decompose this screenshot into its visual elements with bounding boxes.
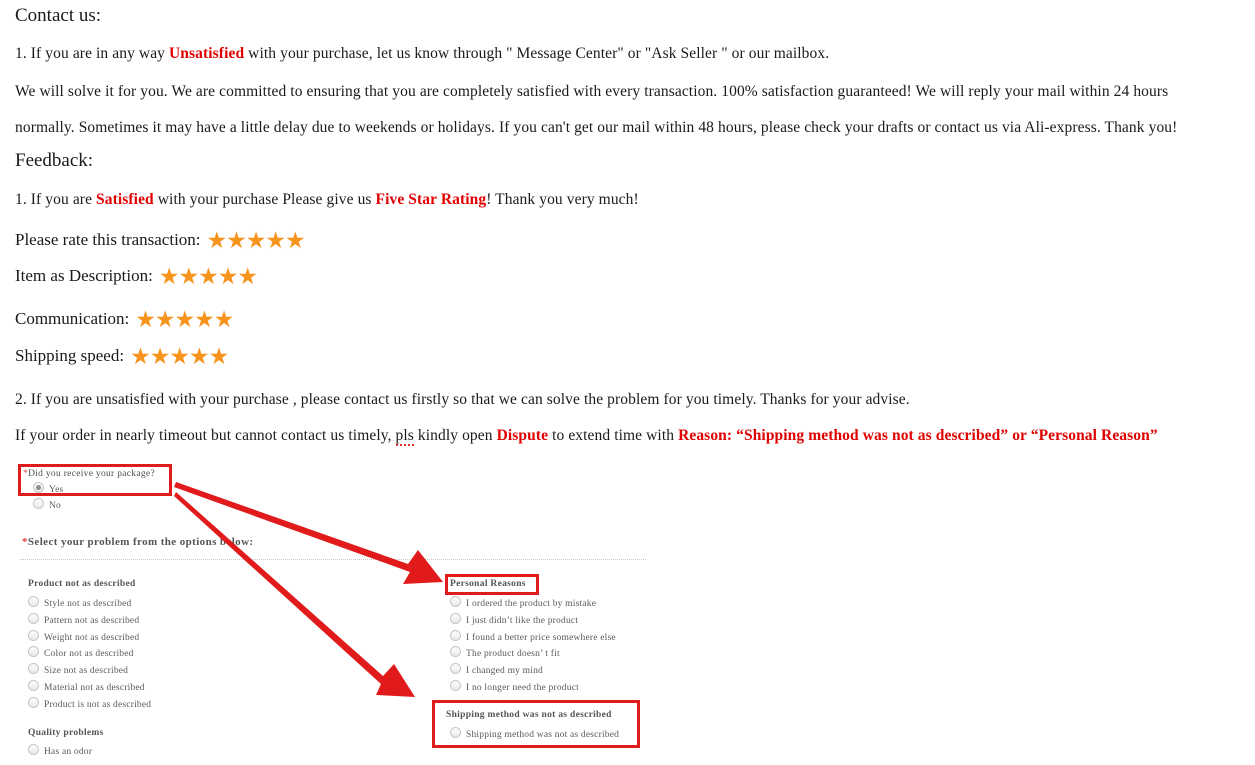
option-has-an-odor[interactable]: Has an odor [28, 744, 92, 757]
option-didnt-like-product[interactable]: I just didn’t like the product [450, 613, 578, 626]
question-label: Did you receive your package? [28, 469, 155, 479]
radio-button-icon[interactable] [450, 596, 461, 607]
annotation-box-shipping-method [432, 700, 640, 748]
star-rating-icon: ★★★★★ [158, 264, 258, 289]
rating-label-item-as-description: Item as Description: [15, 266, 153, 285]
section-divider [20, 559, 646, 560]
option-label: I ordered the product by mistake [466, 599, 597, 609]
paragraph-dispute: If your order in nearly timeout but cann… [0, 427, 1158, 446]
radio-button-icon[interactable] [450, 630, 461, 641]
paragraph-dispute-mid1: kindly open [413, 427, 497, 444]
option-no-longer-need-product[interactable]: I no longer need the product [450, 680, 579, 693]
option-material-not-as-described[interactable]: Material not as described [28, 680, 145, 693]
paragraph-dispute-pre: If your order in nearly timeout but cann… [15, 427, 396, 444]
option-changed-my-mind[interactable]: I changed my mind [450, 663, 543, 676]
star-rating-icon: ★★★★★ [135, 307, 234, 332]
option-style-not-as-described[interactable]: Style not as described [28, 596, 132, 609]
radio-option-no-label: No [49, 501, 62, 511]
paragraph-contact-3: normally. Sometimes it may have a little… [15, 119, 1178, 136]
rating-row-transaction: Please rate this transaction: ★★★★★ [0, 226, 306, 253]
paragraph-contact-1-pre: 1. If you are in any way [15, 45, 170, 62]
group-title-quality-problems: Quality problems [28, 728, 104, 738]
option-ordered-by-mistake[interactable]: I ordered the product by mistake [450, 596, 596, 609]
star-rating-icon: ★★★★★ [206, 228, 306, 253]
option-label: Color not as described [44, 649, 134, 659]
paragraph-contact-1-post: with your purchase, let us know through … [244, 45, 830, 62]
radio-button-icon[interactable] [450, 613, 461, 624]
option-label: Material not as described [44, 683, 145, 693]
radio-option-no[interactable]: No [33, 498, 61, 511]
radio-button-icon[interactable] [33, 482, 44, 493]
star-rating-icon: ★★★★★ [130, 344, 229, 369]
radio-button-icon[interactable] [28, 680, 39, 691]
option-label: Pattern not as described [44, 616, 140, 626]
option-label: The product doesn’ t fit [466, 649, 560, 659]
question-did-you-receive-package: *Did you receive your package? [23, 469, 155, 479]
paragraph-feedback-1: 1. If you are Satisfied with your purcha… [0, 192, 639, 208]
group-title-personal-reasons: Personal Reasons [450, 579, 526, 589]
option-label: Size not as described [44, 666, 129, 676]
radio-button-icon[interactable] [33, 498, 44, 509]
five-star-rating-emphasis: Five Star Rating [375, 191, 487, 208]
paragraph-feedback-1-mid: with your purchase Please give us [153, 191, 376, 208]
group-title-shipping-method-not-as-described: Shipping method was not as described [446, 710, 612, 720]
option-product-is-not-as-described[interactable]: Product is not as described [28, 697, 151, 710]
option-label: I found a better price somewhere else [466, 633, 616, 643]
option-label: Shipping method was not as described [466, 730, 620, 740]
option-found-better-price[interactable]: I found a better price somewhere else [450, 630, 616, 643]
spellcheck-misspelled-word: pls [395, 427, 414, 446]
select-problem-prompt: *Select your problem from the options be… [22, 536, 253, 548]
unsatisfied-emphasis: Unsatisfied [169, 45, 245, 62]
rating-row-communication: Communication: ★★★★★ [0, 305, 234, 332]
rating-label-shipping-speed: Shipping speed: [15, 346, 125, 365]
radio-button-icon[interactable] [28, 744, 39, 755]
option-label: I changed my mind [466, 666, 544, 676]
rating-label-transaction: Please rate this transaction: [15, 230, 201, 249]
paragraph-feedback-1-pre: 1. If you are [15, 191, 97, 208]
paragraph-unsatisfied: 2. If you are unsatisfied with your purc… [15, 391, 910, 408]
radio-button-icon[interactable] [28, 630, 39, 641]
option-color-not-as-described[interactable]: Color not as described [28, 646, 134, 659]
annotation-arrow-to-shipping-method [174, 492, 415, 697]
radio-button-icon[interactable] [28, 663, 39, 674]
radio-button-icon[interactable] [450, 680, 461, 691]
radio-button-icon[interactable] [28, 596, 39, 607]
option-size-not-as-described[interactable]: Size not as described [28, 663, 128, 676]
option-shipping-method-not-as-described[interactable]: Shipping method was not as described [450, 727, 619, 740]
paragraph-contact-2: We will solve it for you. We are committ… [15, 83, 1169, 100]
radio-option-yes[interactable]: Yes [33, 482, 63, 495]
option-label: I no longer need the product [466, 683, 579, 693]
radio-button-icon[interactable] [28, 697, 39, 708]
rating-row-item-as-description: Item as Description: ★★★★★ [0, 262, 258, 289]
rating-label-communication: Communication: [15, 309, 130, 328]
paragraph-dispute-mid2: to extend time with [548, 427, 679, 444]
option-product-doesnt-fit[interactable]: The product doesn’ t fit [450, 646, 560, 659]
option-label: I just didn’t like the product [466, 616, 579, 626]
paragraph-contact-1: 1. If you are in any way Unsatisfied wit… [0, 46, 829, 62]
radio-option-yes-label: Yes [49, 485, 64, 495]
option-label: Style not as described [44, 599, 132, 609]
rating-row-shipping-speed: Shipping speed: ★★★★★ [0, 342, 229, 369]
radio-button-icon[interactable] [450, 727, 461, 738]
contact-us-heading: Contact us: [15, 5, 102, 26]
paragraph-feedback-1-post: ! Thank you very much! [486, 191, 639, 208]
radio-button-icon[interactable] [28, 613, 39, 624]
select-problem-prompt-label: Select your problem from the options bel… [27, 536, 254, 548]
dispute-emphasis: Dispute [496, 427, 549, 444]
option-label: Has an odor [44, 747, 93, 757]
option-label: Product is not as described [44, 700, 152, 710]
feedback-heading: Feedback: [15, 150, 94, 171]
option-pattern-not-as-described[interactable]: Pattern not as described [28, 613, 139, 626]
reason-emphasis: Reason: “Shipping method was not as desc… [678, 427, 1158, 444]
radio-button-icon[interactable] [450, 646, 461, 657]
annotation-arrows [174, 482, 443, 697]
radio-button-icon[interactable] [28, 646, 39, 657]
option-weight-not-as-described[interactable]: Weight not as described [28, 630, 139, 643]
radio-button-icon[interactable] [450, 663, 461, 674]
satisfied-emphasis: Satisfied [96, 191, 154, 208]
group-title-product-not-as-described: Product not as described [28, 579, 136, 589]
option-label: Weight not as described [44, 633, 140, 643]
annotation-arrow-to-personal-reasons [174, 482, 443, 584]
